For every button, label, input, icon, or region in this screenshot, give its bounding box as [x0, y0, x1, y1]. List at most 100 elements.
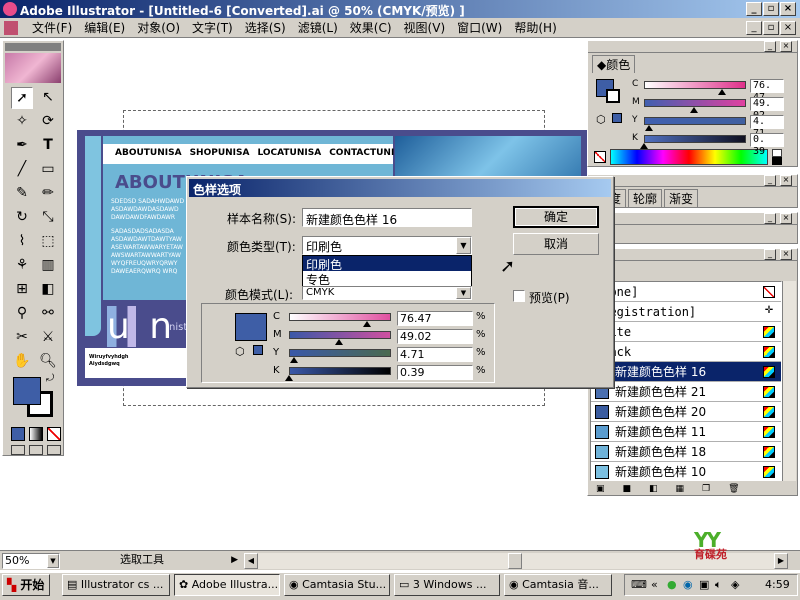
dialog-row-slider-thumb[interactable]: [289, 357, 298, 363]
taskbar-item[interactable]: ◉ Camtasia 音...: [504, 574, 612, 596]
scale-tool-icon[interactable]: ⤡: [37, 207, 59, 229]
none-mode-button[interactable]: [47, 427, 61, 441]
color-panel-close-button[interactable]: ×: [780, 41, 792, 52]
minimize-button[interactable]: _: [746, 2, 762, 16]
menu-item-6[interactable]: 效果(C): [344, 20, 398, 36]
color-row-slider-thumb[interactable]: [717, 89, 726, 95]
menu-item-8[interactable]: 窗口(W): [451, 20, 508, 36]
eyedropper-icon[interactable]: ⚲: [11, 303, 33, 325]
panel2-tab[interactable]: 轮廓: [628, 189, 663, 207]
color-row-slider-thumb[interactable]: [690, 107, 698, 113]
show-color-icon[interactable]: ■: [623, 483, 632, 495]
menu-item-7[interactable]: 视图(V): [398, 20, 452, 36]
fill-swatch[interactable]: [13, 377, 41, 405]
close-button[interactable]: ×: [780, 2, 796, 16]
symbol-sprayer-icon[interactable]: ⚘: [11, 255, 33, 277]
swatch-scrollbar[interactable]: [782, 281, 796, 481]
swatch-list-item[interactable]: [Registration] ✛: [591, 302, 781, 322]
tray-green-icon[interactable]: ●: [667, 575, 677, 595]
color-row-slider-thumb[interactable]: [640, 143, 649, 149]
color-row-value[interactable]: 76. 47: [750, 79, 784, 103]
tray-app-icon[interactable]: ◈: [731, 575, 739, 595]
swatch-list-item[interactable]: 新建颜色色样 10: [591, 462, 781, 480]
gradient-mode-button[interactable]: [29, 427, 43, 441]
black-box[interactable]: [772, 157, 782, 165]
swatches-panel-min-button[interactable]: _: [764, 249, 776, 260]
dialog-row-slider[interactable]: [289, 313, 391, 321]
preview-checkbox[interactable]: [513, 290, 525, 302]
color-row-slider[interactable]: [644, 81, 746, 89]
white-box[interactable]: [772, 149, 782, 157]
show-gradient-icon[interactable]: ◧: [649, 483, 658, 495]
color-row-slider-thumb[interactable]: [644, 125, 653, 131]
pencil-icon[interactable]: ✏: [37, 183, 59, 205]
color-row-value[interactable]: 4. 71: [750, 115, 784, 139]
taskbar-item[interactable]: ▤ Illustrator cs ...: [62, 574, 170, 596]
mesh-tool-icon[interactable]: ⊞: [11, 279, 33, 301]
doc-restore-button[interactable]: ▫: [763, 21, 779, 35]
scroll-right-button[interactable]: ▶: [774, 553, 788, 569]
selection-tool-icon[interactable]: ➚: [11, 87, 33, 109]
dialog-row-value[interactable]: 76.47: [397, 311, 473, 326]
taskbar-item[interactable]: ▭ 3 Windows ...: [394, 574, 500, 596]
status-dropdown-icon[interactable]: ▶: [231, 553, 238, 567]
menu-item-2[interactable]: 对象(O): [131, 20, 186, 36]
scissors-icon[interactable]: ✂: [11, 327, 33, 349]
swatch-list-item[interactable]: White: [591, 322, 781, 342]
type-tool-icon[interactable]: T: [37, 135, 59, 157]
paintbrush-icon[interactable]: ✎: [11, 183, 33, 205]
rectangle-tool-icon[interactable]: ▭: [37, 159, 59, 181]
doc-close-button[interactable]: ×: [780, 21, 796, 35]
new-swatch-icon[interactable]: ❐: [702, 483, 710, 495]
swatch-list-item[interactable]: 新建颜色色样 18: [591, 442, 781, 462]
gradient-tool-icon[interactable]: ◧: [37, 279, 59, 301]
menu-item-5[interactable]: 滤镜(L): [292, 20, 344, 36]
tabs-panel-min-button[interactable]: _: [764, 175, 776, 186]
scroll-left-button[interactable]: ◀: [244, 553, 258, 569]
mode-select-dropdown-icon[interactable]: ▼: [456, 287, 471, 299]
swatch-list-item[interactable]: 新建颜色色样 16: [591, 362, 781, 382]
type-select-dropdown-icon[interactable]: ▼: [456, 237, 471, 254]
screen-mode-1-button[interactable]: [11, 445, 25, 455]
menu-item-3[interactable]: 文字(T): [186, 20, 239, 36]
tray-network-icon[interactable]: ▣: [699, 575, 709, 595]
dialog-row-slider[interactable]: [289, 367, 391, 375]
hand-tool-icon[interactable]: ✋: [11, 351, 33, 373]
tray-globe-icon[interactable]: ◉: [683, 575, 693, 595]
tray-expand-icon[interactable]: «: [651, 575, 658, 595]
doc-minimize-button[interactable]: _: [746, 21, 762, 35]
lasso-icon[interactable]: ⟳: [37, 111, 59, 133]
type-option-process[interactable]: 印刷色: [303, 256, 471, 272]
pen-tool-icon[interactable]: ✒: [11, 135, 33, 157]
screen-mode-3-button[interactable]: [47, 445, 61, 455]
color-tab[interactable]: ◆颜色: [592, 55, 636, 73]
blend-tool-icon[interactable]: ⚯: [37, 303, 59, 325]
status-tool-field[interactable]: 选取工具 ▶: [64, 553, 240, 569]
graph-tool-icon[interactable]: ▥: [37, 255, 59, 277]
menu-item-0[interactable]: 文件(F): [26, 20, 78, 36]
color-row-value[interactable]: 0. 39: [750, 133, 784, 157]
direct-selection-tool-icon[interactable]: ↖: [37, 87, 59, 109]
dialog-row-slider[interactable]: [289, 331, 391, 339]
color-row-slider[interactable]: [644, 135, 746, 143]
color-mode-button[interactable]: [11, 427, 25, 441]
swatch-list-item[interactable]: [None]: [591, 282, 781, 302]
layers-panel-min-button[interactable]: _: [764, 213, 776, 224]
dialog-row-value[interactable]: 0.39: [397, 365, 473, 380]
knife-icon[interactable]: ⚔: [37, 327, 59, 349]
menu-item-1[interactable]: 编辑(E): [78, 20, 131, 36]
panel2-tab[interactable]: 渐变: [664, 189, 699, 207]
dialog-row-value[interactable]: 4.71: [397, 347, 473, 362]
color-panel-min-button[interactable]: _: [764, 41, 776, 52]
show-kind-icon[interactable]: ▣: [596, 483, 605, 495]
swap-fill-stroke-icon[interactable]: ⤾: [43, 373, 57, 387]
zoom-dropdown-icon[interactable]: ▼: [47, 554, 59, 568]
dialog-row-slider-thumb[interactable]: [285, 375, 294, 381]
swatch-list-item[interactable]: 新建颜色色样 11: [591, 422, 781, 442]
screen-mode-2-button[interactable]: [29, 445, 43, 455]
swatches-panel-close-button[interactable]: ×: [780, 249, 792, 260]
color-spectrum-bar[interactable]: [610, 149, 768, 165]
color-row-slider[interactable]: [644, 99, 746, 107]
none-color-box[interactable]: [594, 151, 606, 163]
taskbar-item[interactable]: ✿ Adobe Illustra...: [174, 574, 280, 596]
